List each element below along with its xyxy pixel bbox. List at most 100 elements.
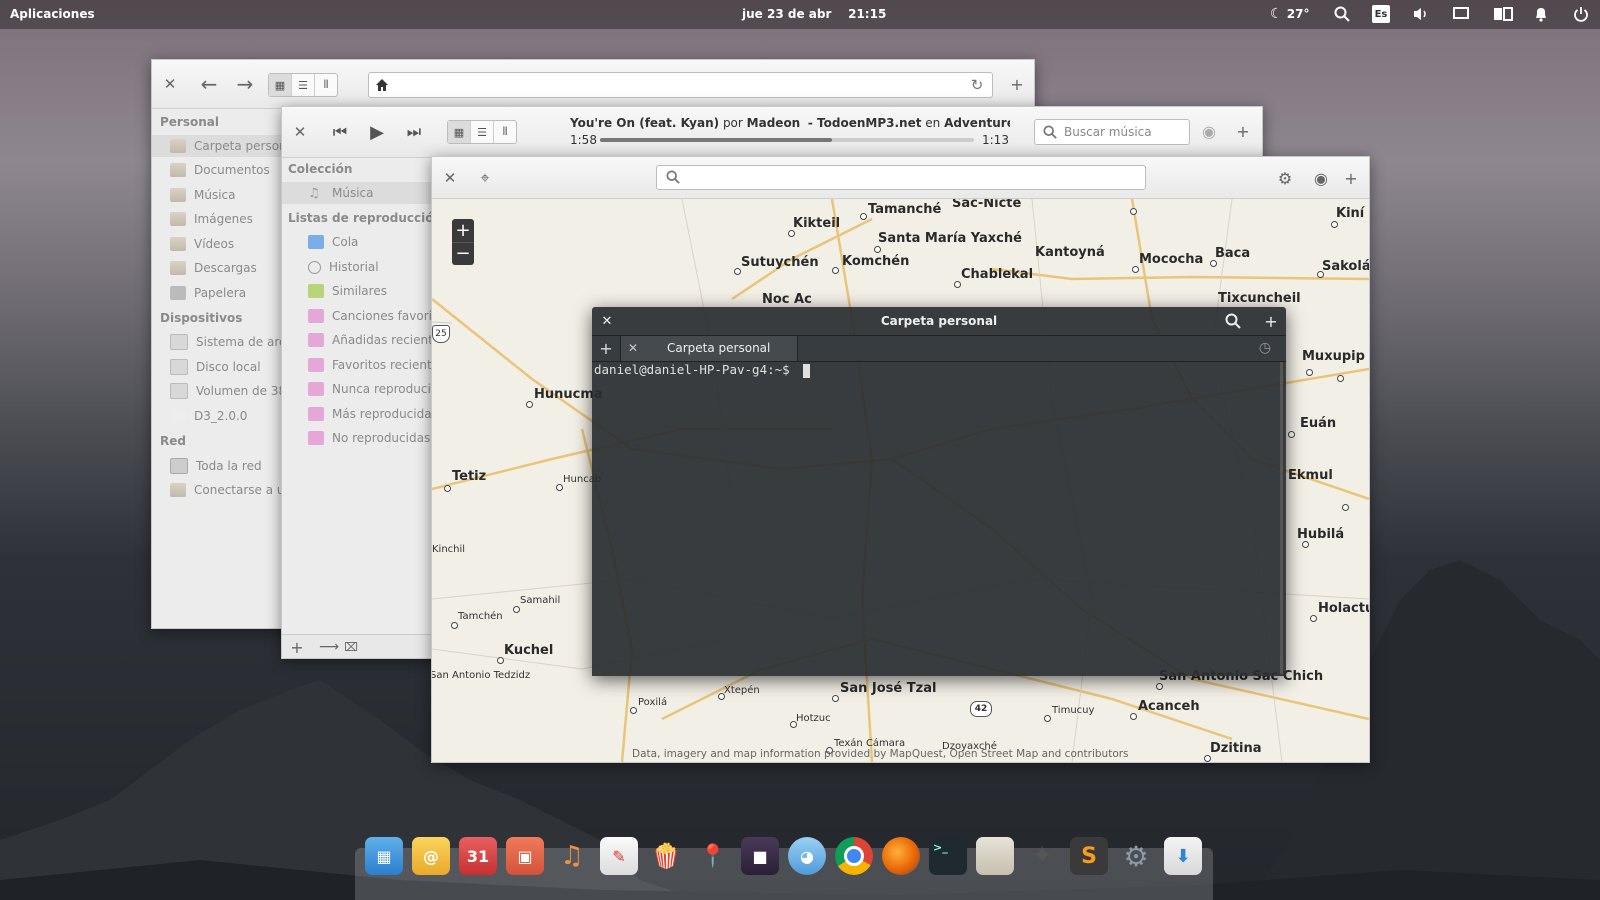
gear-tool-icon[interactable]: ✦ — [1023, 837, 1061, 875]
video-icon[interactable]: ■ — [741, 837, 779, 875]
power-icon[interactable] — [1572, 5, 1590, 23]
place-marker — [1331, 221, 1338, 228]
applications-menu[interactable]: Aplicaciones — [10, 7, 95, 21]
terminal-cursor — [803, 363, 811, 378]
close-icon[interactable]: ✕ — [440, 168, 460, 188]
playlist-favoritas[interactable]: Canciones favoritas — [290, 305, 450, 327]
sidebar-item-imagenes[interactable]: Imágenes — [160, 208, 253, 230]
reload-icon[interactable]: ↻ — [968, 76, 986, 94]
history-clock-icon[interactable]: ◷ — [1256, 339, 1274, 357]
display-icon[interactable] — [1452, 5, 1470, 23]
terminal-tab[interactable]: ✕ Carpeta personal — [620, 336, 798, 361]
next-track-icon[interactable]: ⏭ — [400, 120, 428, 144]
terminal-scrollbar[interactable] — [1280, 362, 1283, 674]
sidebar-item-network[interactable]: Toda la red — [160, 455, 262, 477]
search-icon[interactable] — [1225, 313, 1241, 329]
sidebar-item-music[interactable]: ♫ Música — [282, 182, 448, 204]
zoom-in-button[interactable]: + — [452, 220, 474, 242]
music-sidebar-actionbar: + ⟶ ⌧ — [282, 634, 433, 658]
battery-icon[interactable] — [1492, 5, 1514, 23]
place-label: Hotzuc — [796, 713, 831, 724]
icon-view-icon[interactable]: ▦ — [269, 74, 292, 96]
previous-track-icon[interactable]: ⏮ — [326, 120, 354, 144]
locate-me-icon[interactable]: ⌖ — [475, 168, 495, 188]
folder-icon — [170, 188, 186, 202]
volume-icon[interactable] — [1412, 5, 1430, 23]
new-tab-icon[interactable]: + — [597, 339, 615, 358]
grid-view-icon[interactable]: ▦ — [448, 121, 471, 143]
sidebar-item-musica[interactable]: Música — [160, 184, 236, 206]
sidebar-item-local-disk[interactable]: Disco local — [160, 356, 261, 378]
add-playlist-icon[interactable]: + — [288, 638, 306, 657]
notifications-bell-icon[interactable] — [1532, 5, 1550, 23]
music-icon[interactable]: ♫ — [553, 837, 591, 875]
dock: ▦ @ 31 ▣ ♫ ✎ 🍿 📍 ■ ◕ >_ ✦ S ⚙ ⬇ — [355, 837, 1213, 900]
back-arrow-icon[interactable]: ← — [196, 72, 222, 96]
drive-icon — [170, 383, 188, 399]
settings-icon[interactable]: ⚙ — [1117, 837, 1155, 875]
playlist-favoritos-recientes[interactable]: Favoritos recientes — [290, 354, 445, 376]
gear-icon[interactable]: ⚙ — [1275, 168, 1295, 188]
close-icon[interactable]: ✕ — [290, 122, 310, 142]
popcorn-icon[interactable]: 🍿 — [647, 837, 685, 875]
view-switcher: ▦ ☰ ⦀ — [447, 120, 517, 144]
folder-icon[interactable] — [976, 837, 1014, 875]
terminal-output[interactable]: daniel@daniel-HP-Pav-g4:~$ — [594, 362, 1274, 674]
add-icon[interactable]: + — [1233, 121, 1253, 141]
photos-icon[interactable]: ▣ — [506, 837, 544, 875]
add-icon[interactable]: + — [1007, 74, 1027, 94]
seek-bar[interactable] — [600, 138, 974, 142]
terminal-icon[interactable]: >_ — [929, 837, 967, 875]
close-icon[interactable]: ✕ — [598, 312, 616, 330]
sidebar-section-title: Dispositivos — [160, 311, 243, 325]
zoom-out-button[interactable]: − — [452, 242, 474, 265]
home-icon[interactable] — [373, 76, 391, 94]
add-icon[interactable]: + — [1341, 168, 1361, 188]
sublime-icon[interactable]: S — [1070, 837, 1108, 875]
playlist-cola[interactable]: Cola — [290, 231, 358, 253]
keyboard-icon[interactable]: Es — [1372, 5, 1390, 23]
chrome-icon[interactable] — [835, 837, 873, 875]
installer-icon[interactable]: ⬇ — [1164, 837, 1202, 875]
mail-icon[interactable]: @ — [412, 837, 450, 875]
sidebar-item-d3[interactable]: D3_2.0.0 — [160, 405, 247, 427]
list-view-icon[interactable]: ☰ — [292, 74, 315, 96]
list-view-icon[interactable]: ☰ — [471, 121, 494, 143]
files-icon[interactable]: ▦ — [365, 837, 403, 875]
playlist-similares[interactable]: Similares — [290, 280, 387, 302]
close-tab-icon[interactable]: ✕ — [625, 340, 641, 356]
forward-arrow-icon[interactable]: → — [232, 72, 258, 96]
play-icon[interactable]: ▶ — [364, 120, 390, 144]
location-bar[interactable]: ↻ — [368, 72, 993, 98]
sidebar-item-documentos[interactable]: Documentos — [160, 159, 270, 181]
playlist-historial[interactable]: Historial — [290, 256, 379, 278]
scratch-icon[interactable]: ✎ — [600, 837, 638, 875]
import-icon[interactable]: ⟶ — [319, 638, 339, 656]
sidebar-item-papelera[interactable]: Papelera — [160, 282, 246, 304]
add-icon[interactable]: + — [1262, 312, 1280, 331]
record-icon[interactable]: ◉ — [1311, 168, 1331, 188]
playlist-nunca[interactable]: Nunca reproducidas — [290, 378, 452, 400]
smart-playlist-icon — [308, 333, 324, 347]
sidebar-item-descargas[interactable]: Descargas — [160, 257, 257, 279]
music-search-input[interactable]: Buscar música — [1034, 119, 1190, 145]
search-icon[interactable] — [1332, 5, 1352, 23]
calendar-icon[interactable]: 31 — [459, 837, 497, 875]
map-search-input[interactable] — [656, 165, 1146, 190]
maps-icon[interactable]: 📍 — [694, 837, 732, 875]
sidebar-item-volume[interactable]: Volumen de 380 — [160, 380, 294, 402]
playlist-mas[interactable]: Más reproducidas — [290, 403, 438, 425]
birdie-icon[interactable]: ◕ — [788, 837, 826, 875]
column-view-icon[interactable]: ⦀ — [494, 121, 516, 143]
place-marker — [1132, 266, 1139, 273]
panel-clock[interactable]: jue 23 de abr 21:15 — [742, 7, 886, 21]
firefox-icon[interactable] — [882, 837, 920, 875]
place-label: Komchén — [842, 254, 910, 269]
column-view-icon[interactable]: ⦀ — [315, 74, 337, 96]
weather-indicator[interactable]: ☾ 27° — [1270, 5, 1309, 23]
close-icon[interactable]: ✕ — [160, 74, 180, 94]
sidebar-item-videos[interactable]: Vídeos — [160, 233, 234, 255]
place-label: Kinchil — [432, 544, 466, 555]
eye-icon[interactable]: ◉ — [1199, 121, 1219, 141]
device-icon[interactable]: ⌧ — [342, 638, 360, 656]
